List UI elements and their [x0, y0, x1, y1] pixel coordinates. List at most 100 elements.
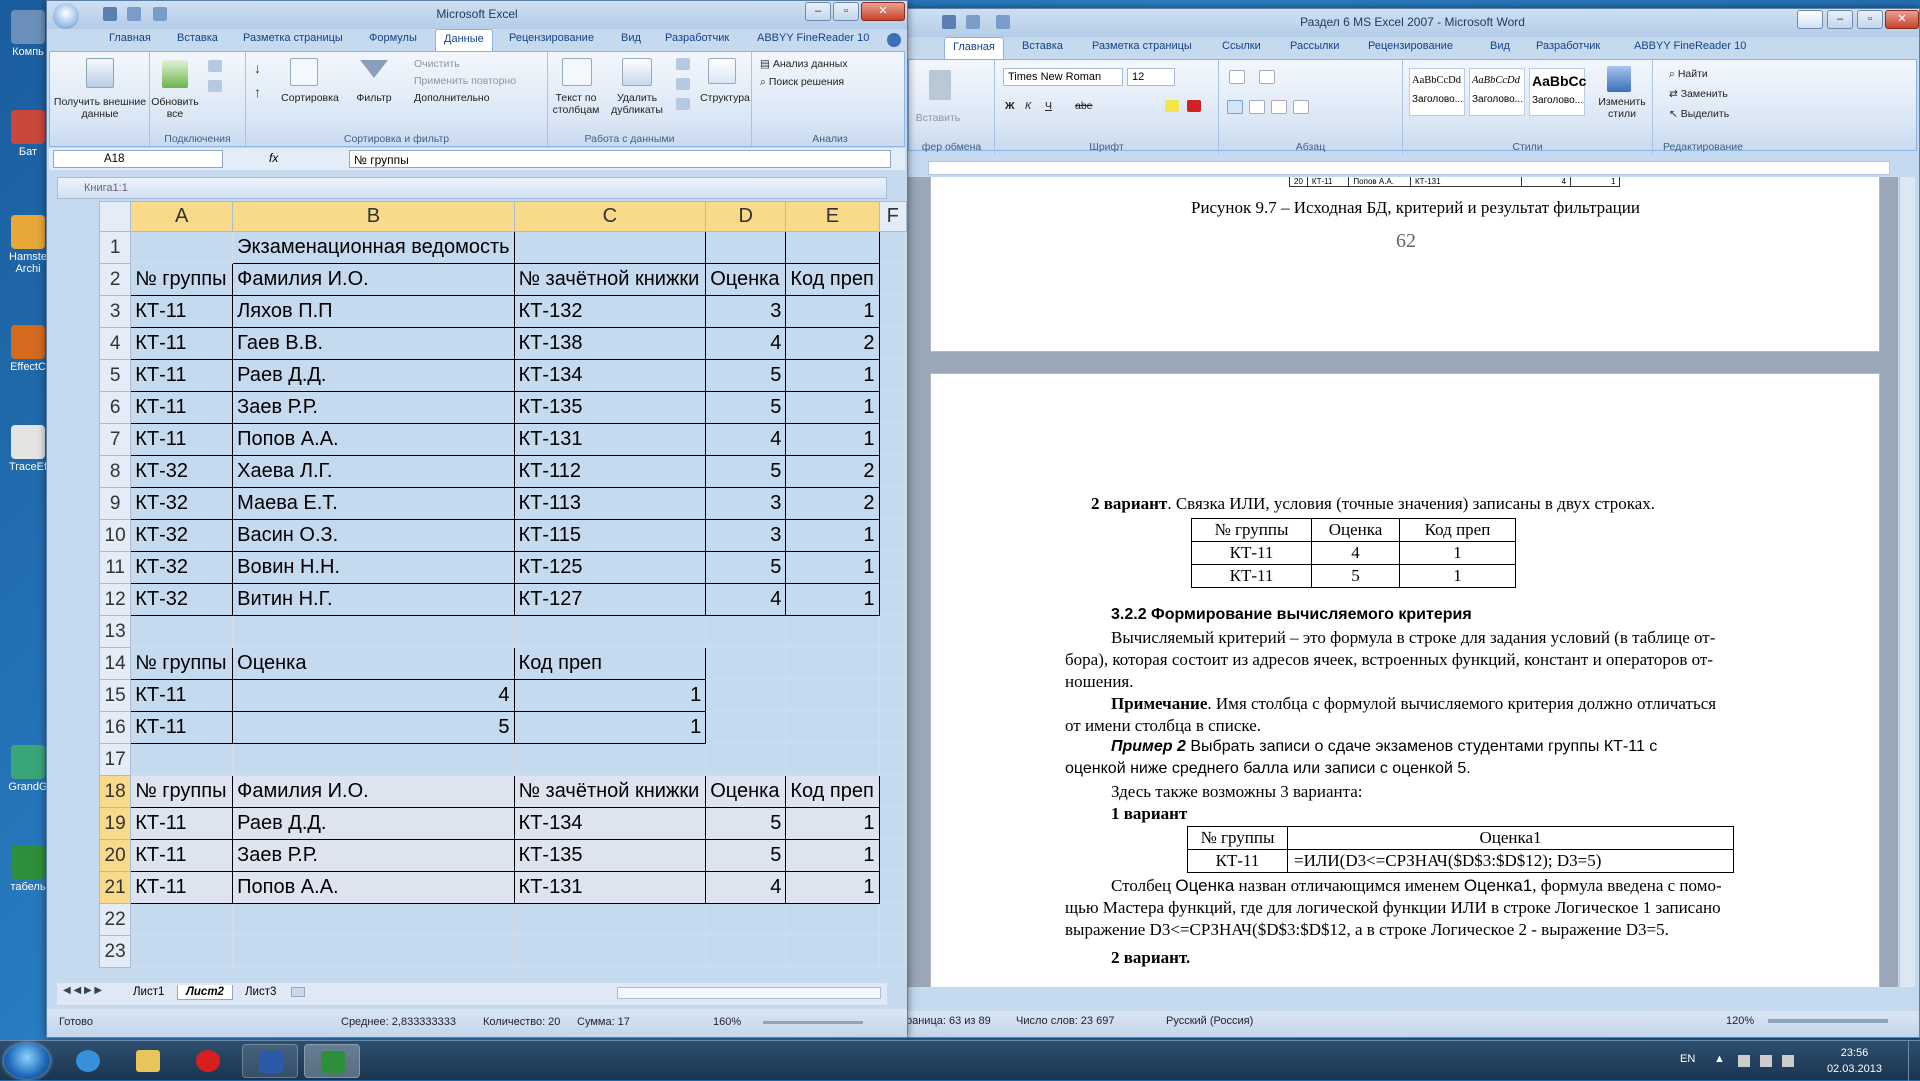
- word-taskbar-icon[interactable]: [242, 1044, 298, 1078]
- zoom-slider[interactable]: [1768, 1019, 1888, 1023]
- excel-tab-abbyy[interactable]: ABBYY FineReader 10: [757, 32, 869, 44]
- justify-icon[interactable]: [1293, 100, 1309, 114]
- sheet-nav-arrows[interactable]: ◀ ◀ ▶ ▶: [63, 985, 102, 996]
- cell[interactable]: Оценка: [232, 647, 515, 680]
- row-header[interactable]: 20: [98, 839, 132, 872]
- row-header[interactable]: 1: [98, 231, 132, 264]
- cell[interactable]: [878, 231, 908, 264]
- excel-tab-review[interactable]: Рецензирование: [509, 32, 594, 44]
- clock[interactable]: 23:56 02.03.2013: [1827, 1045, 1882, 1077]
- cell[interactable]: 1: [785, 519, 880, 552]
- cell[interactable]: [513, 743, 707, 776]
- cell[interactable]: [878, 711, 908, 744]
- cell[interactable]: Оценка: [705, 775, 787, 808]
- cell[interactable]: [785, 615, 880, 648]
- refresh-icon[interactable]: [162, 60, 188, 88]
- cell[interactable]: 1: [785, 871, 880, 904]
- row-header[interactable]: 6: [98, 391, 132, 424]
- outline-icon[interactable]: [708, 58, 736, 84]
- close-button[interactable]: ✕: [861, 2, 905, 21]
- cell[interactable]: Гаев В.В.: [232, 327, 515, 360]
- cell[interactable]: [878, 583, 908, 616]
- sheet-tab-3[interactable]: Лист3: [237, 985, 284, 999]
- word-tab-mailings[interactable]: Рассылки: [1290, 40, 1339, 52]
- font-color-icon[interactable]: [1187, 100, 1201, 112]
- align-center-icon[interactable]: [1249, 100, 1265, 114]
- cell[interactable]: [232, 935, 515, 968]
- cell[interactable]: [785, 935, 880, 968]
- column-header[interactable]: D: [705, 201, 787, 232]
- tray-arrow-icon[interactable]: ▲: [1714, 1053, 1725, 1065]
- minimize-button[interactable]: –: [805, 2, 831, 21]
- insert-sheet-icon[interactable]: [291, 987, 305, 997]
- cell[interactable]: 5: [705, 455, 787, 488]
- word-tab-layout[interactable]: Разметка страницы: [1092, 40, 1192, 52]
- word-tab-abbyy[interactable]: ABBYY FineReader 10: [1634, 40, 1746, 52]
- cell[interactable]: 1: [513, 711, 707, 744]
- sum-status[interactable]: Сумма: 17: [577, 1016, 630, 1028]
- text-to-columns-icon[interactable]: [562, 58, 592, 86]
- cell[interactable]: Раев Д.Д.: [232, 807, 515, 840]
- column-header[interactable]: A: [130, 201, 234, 232]
- word-count[interactable]: Число слов: 23 697: [1016, 1015, 1114, 1027]
- vertical-scrollbar[interactable]: [1899, 177, 1915, 987]
- word-tab-references[interactable]: Ссылки: [1222, 40, 1261, 52]
- consolidate-icon[interactable]: [676, 78, 690, 90]
- cell[interactable]: [232, 615, 515, 648]
- cell[interactable]: Витин Н.Г.: [232, 583, 515, 616]
- cell[interactable]: [878, 775, 908, 808]
- cell[interactable]: [878, 487, 908, 520]
- select-button[interactable]: ↖ Выделить: [1669, 108, 1729, 120]
- replace-button[interactable]: ⇄ Заменить: [1669, 88, 1728, 100]
- cell[interactable]: [785, 711, 880, 744]
- horizontal-ruler[interactable]: [928, 161, 1890, 175]
- cell[interactable]: КТ-11: [130, 711, 234, 744]
- cell[interactable]: 3: [705, 487, 787, 520]
- align-right-icon[interactable]: [1271, 100, 1287, 114]
- underline-button[interactable]: Ч: [1045, 100, 1052, 112]
- zoom-level[interactable]: 120%: [1726, 1015, 1754, 1027]
- cell[interactable]: 4: [232, 679, 515, 712]
- cell[interactable]: [878, 327, 908, 360]
- get-external-button[interactable]: Получить внешние данные: [52, 96, 148, 120]
- row-header[interactable]: 16: [98, 711, 132, 744]
- cell[interactable]: КТ-11: [130, 807, 234, 840]
- cell[interactable]: КТ-113: [513, 487, 707, 520]
- horizontal-scrollbar[interactable]: [617, 987, 881, 999]
- cell[interactable]: 2: [785, 455, 880, 488]
- cell[interactable]: Код преп: [785, 263, 880, 296]
- flag-icon[interactable]: [1738, 1055, 1750, 1067]
- cell[interactable]: КТ-112: [513, 455, 707, 488]
- cell[interactable]: [785, 743, 880, 776]
- row-header[interactable]: 13: [98, 615, 132, 648]
- cell[interactable]: [878, 647, 908, 680]
- row-header[interactable]: 5: [98, 359, 132, 392]
- row-header[interactable]: 10: [98, 519, 132, 552]
- cell[interactable]: [878, 359, 908, 392]
- cell[interactable]: КТ-132: [513, 295, 707, 328]
- cell[interactable]: [232, 743, 515, 776]
- refresh-all-button[interactable]: Обновить все: [150, 96, 200, 120]
- italic-button[interactable]: К: [1025, 100, 1031, 112]
- cell[interactable]: Вовин Н.Н.: [232, 551, 515, 584]
- word-ribbon-min-button[interactable]: [1797, 10, 1823, 29]
- row-header[interactable]: 19: [98, 807, 132, 840]
- validation-icon[interactable]: [676, 58, 690, 70]
- cell[interactable]: [785, 231, 880, 264]
- word-tab-review[interactable]: Рецензирование: [1368, 40, 1453, 52]
- cell[interactable]: КТ-32: [130, 455, 234, 488]
- sheet-tab-2[interactable]: Лист2: [177, 985, 233, 1000]
- advanced-filter-button[interactable]: Дополнительно: [414, 92, 490, 104]
- zoom-level[interactable]: 160%: [713, 1016, 741, 1028]
- data-analysis-button[interactable]: ▤ Анализ данных: [760, 58, 848, 70]
- cell[interactable]: [513, 231, 707, 264]
- cell[interactable]: КТ-131: [513, 423, 707, 456]
- desktop-icon-computer[interactable]: Компь: [6, 10, 50, 58]
- close-button[interactable]: ✕: [1885, 10, 1919, 29]
- cell[interactable]: 1: [785, 839, 880, 872]
- cell[interactable]: КТ-115: [513, 519, 707, 552]
- desktop-icon-hamster[interactable]: Hamste Archi: [6, 215, 50, 275]
- cell[interactable]: Фамилия И.О.: [232, 775, 515, 808]
- desktop-icon-grandg[interactable]: GrandG: [6, 745, 50, 793]
- cell[interactable]: 2: [785, 327, 880, 360]
